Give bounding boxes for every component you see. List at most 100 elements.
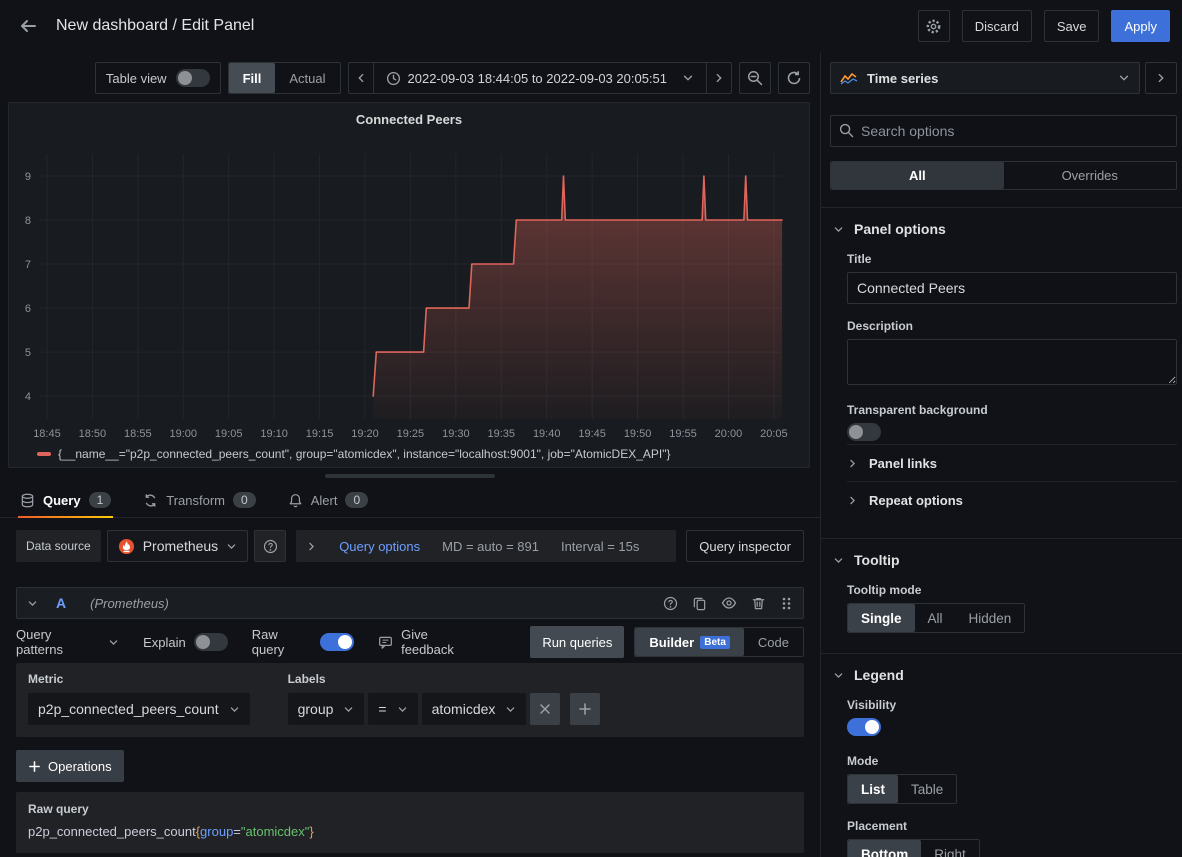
save-button[interactable]: Save	[1044, 10, 1100, 42]
svg-text:19:55: 19:55	[669, 428, 697, 440]
legend-mode-table[interactable]: Table	[898, 775, 956, 803]
transparent-background-toggle[interactable]	[847, 423, 881, 441]
query-row-header[interactable]: A (Prometheus)	[16, 587, 804, 619]
svg-text:19:25: 19:25	[397, 428, 425, 440]
tab-alert[interactable]: Alert 0	[286, 492, 370, 517]
drag-handle-icon[interactable]	[780, 596, 793, 611]
svg-text:19:15: 19:15	[306, 428, 334, 440]
visualization-picker[interactable]: Time series	[830, 62, 1140, 94]
panel-options-header[interactable]: Panel options	[830, 221, 1177, 237]
back-arrow-icon	[18, 16, 38, 36]
panel-links-section[interactable]: Panel links	[847, 444, 1177, 481]
tab-query-label: Query	[43, 493, 81, 508]
svg-text:20:00: 20:00	[715, 428, 743, 440]
transform-icon	[143, 493, 158, 508]
legend-placement-bottom[interactable]: Bottom	[848, 840, 921, 857]
code-option[interactable]: Code	[744, 628, 803, 656]
max-data-points-text: MD = auto = 891	[442, 539, 539, 554]
legend-header[interactable]: Legend	[830, 667, 1177, 683]
svg-text:4: 4	[25, 391, 31, 403]
tab-query[interactable]: Query 1	[18, 492, 113, 517]
tooltip-mode-single[interactable]: Single	[848, 604, 915, 632]
remove-query-icon[interactable]	[751, 596, 766, 611]
duplicate-query-icon[interactable]	[692, 596, 707, 611]
svg-text:19:10: 19:10	[260, 428, 288, 440]
datasource-select[interactable]: Prometheus	[107, 530, 248, 562]
comment-icon	[378, 635, 393, 650]
panel-settings-button[interactable]	[918, 10, 950, 42]
fill-option[interactable]: Fill	[229, 63, 276, 93]
tooltip-mode-label: Tooltip mode	[847, 583, 1177, 597]
query-patterns-label: Query patterns	[16, 627, 100, 657]
remove-label-filter-button[interactable]	[530, 693, 560, 725]
chevron-right-icon	[306, 541, 317, 552]
give-feedback-link[interactable]: Give feedback	[378, 627, 482, 657]
prometheus-icon	[118, 538, 135, 555]
table-view-control: Table view	[95, 62, 221, 94]
legend-item[interactable]: {__name__="p2p_connected_peers_count", g…	[37, 447, 670, 461]
panel-title-input[interactable]	[847, 272, 1177, 304]
zoom-out-button[interactable]	[739, 62, 771, 94]
raw-query-label: Raw query	[252, 627, 312, 657]
refresh-button[interactable]	[778, 62, 810, 94]
panel-options-section: Panel options Title Description Transpar…	[821, 207, 1182, 538]
tab-alert-label: Alert	[311, 493, 338, 508]
legend-visibility-label: Visibility	[847, 698, 1177, 712]
collapse-options-pane-button[interactable]	[1145, 62, 1177, 94]
table-view-toggle[interactable]	[176, 69, 210, 87]
datasource-help-button[interactable]	[254, 530, 286, 562]
back-button[interactable]	[12, 10, 44, 42]
tab-overrides[interactable]: Overrides	[1004, 162, 1177, 189]
chevron-down-icon	[343, 704, 354, 715]
clock-icon	[386, 71, 401, 86]
tab-transform[interactable]: Transform 0	[141, 492, 257, 517]
add-label-filter-button[interactable]	[570, 693, 600, 725]
tab-all-options[interactable]: All	[831, 162, 1004, 189]
query-options-collapse[interactable]: Query options MD = auto = 891 Interval =…	[296, 530, 676, 562]
svg-text:18:55: 18:55	[124, 428, 152, 440]
apply-button[interactable]: Apply	[1111, 10, 1170, 42]
label-operator-value: =	[378, 701, 386, 717]
tooltip-mode-all[interactable]: All	[915, 604, 956, 632]
panel-description-input[interactable]	[847, 339, 1177, 385]
hide-response-icon[interactable]	[721, 595, 737, 611]
search-options-input[interactable]	[830, 115, 1177, 147]
time-picker: 2022-09-03 18:44:05 to 2022-09-03 20:05:…	[348, 62, 733, 94]
legend-visibility-toggle[interactable]	[847, 718, 881, 736]
time-range-text: 2022-09-03 18:44:05 to 2022-09-03 20:05:…	[408, 71, 668, 86]
add-operations-button[interactable]: Operations	[16, 750, 124, 782]
panel-toolbar: Table view Fill Actual 2022-09-03 18:44:…	[0, 52, 820, 102]
metric-label: Metric	[28, 672, 254, 686]
legend-placement-right[interactable]: Right	[921, 840, 979, 857]
tooltip-header[interactable]: Tooltip	[830, 552, 1177, 568]
tooltip-mode-hidden[interactable]: Hidden	[956, 604, 1025, 632]
help-circle-icon	[263, 539, 278, 554]
metric-select[interactable]: p2p_connected_peers_count	[28, 693, 250, 725]
builder-option[interactable]: Builder Beta	[635, 628, 743, 656]
svg-text:19:30: 19:30	[442, 428, 470, 440]
query-help-icon[interactable]	[663, 596, 678, 611]
query-patterns-dropdown[interactable]: Query patterns	[16, 627, 119, 657]
legend-mode-list[interactable]: List	[848, 775, 898, 803]
visualization-name: Time series	[867, 71, 938, 86]
legend-placement-group: Bottom Right	[847, 839, 980, 857]
time-shift-back-button[interactable]	[348, 62, 374, 94]
query-inspector-button[interactable]: Query inspector	[686, 530, 804, 562]
time-shift-forward-button[interactable]	[706, 62, 732, 94]
label-operator-select[interactable]: =	[368, 693, 417, 725]
repeat-options-section[interactable]: Repeat options	[847, 481, 1177, 518]
time-range-button[interactable]: 2022-09-03 18:44:05 to 2022-09-03 20:05:…	[373, 62, 708, 94]
chevron-right-icon	[847, 495, 858, 506]
discard-button[interactable]: Discard	[962, 10, 1032, 42]
actual-option[interactable]: Actual	[275, 63, 339, 93]
raw-query-toggle[interactable]	[320, 633, 354, 651]
run-queries-button[interactable]: Run queries	[530, 626, 624, 658]
pane-resize-handle[interactable]	[0, 468, 820, 484]
label-name-select[interactable]: group	[288, 693, 365, 725]
query-count-badge: 1	[89, 492, 112, 508]
label-value-select[interactable]: atomicdex	[422, 693, 527, 725]
raw-query-code: p2p_connected_peers_count{group="atomicd…	[28, 824, 792, 840]
tooltip-title: Tooltip	[854, 552, 900, 568]
explain-toggle[interactable]	[194, 633, 228, 651]
svg-text:19:35: 19:35	[488, 428, 516, 440]
